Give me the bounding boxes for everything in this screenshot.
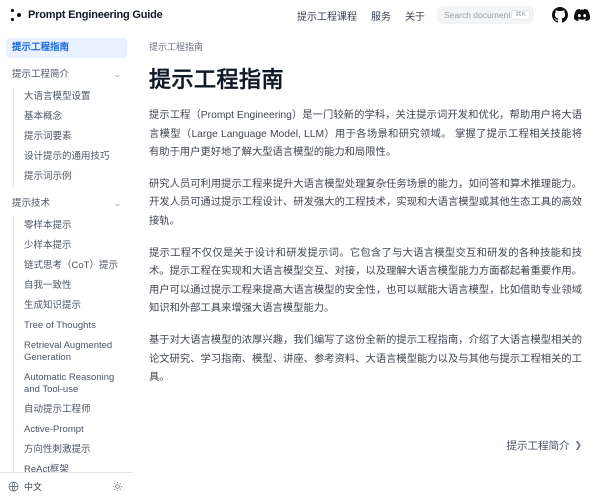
sidebar-item[interactable]: 提示工程简介 ⌄: [6, 65, 127, 85]
sidebar-item-label: 少样本提示: [24, 240, 72, 252]
sidebar-item-label: 链式思考（CoT）提示: [24, 260, 118, 272]
header: Prompt Engineering Guide 提示工程课程服务关于 Sear…: [0, 0, 600, 30]
sidebar-item-label: Tree of Thoughts: [24, 320, 96, 332]
sidebar-item-label: 提示技术: [12, 198, 50, 210]
discord-icon[interactable]: [573, 7, 590, 24]
sidebar-item[interactable]: 自我一致性: [18, 276, 127, 296]
chevron-down-icon: ⌄: [113, 199, 122, 209]
sidebar-item-label: 提示工程指南: [12, 42, 69, 54]
sidebar-item[interactable]: Automatic Reasoning and Tool-use: [18, 368, 127, 400]
sun-icon: [112, 481, 123, 492]
github-icon[interactable]: [551, 7, 568, 24]
main-content: 提示工程指南 提示工程指南 提示工程（Prompt Engineering）是一…: [133, 30, 600, 500]
sidebar-item-label: 提示词要素: [24, 131, 72, 143]
sidebar-item-label: 方向性刺激提示: [24, 444, 91, 456]
sidebar-item[interactable]: 生成知识提示: [18, 296, 127, 316]
search-input[interactable]: Search documentation... ⌘K: [437, 6, 534, 24]
sidebar-item[interactable]: 基本概念: [18, 107, 127, 127]
sidebar-item[interactable]: 设计提示的通用技巧: [18, 147, 127, 167]
sidebar-item-label: Active-Prompt: [24, 424, 84, 436]
body-paragraph-2: 研究人员可利用提示工程来提升大语言模型处理复杂任务场景的能力，如问答和算术推理能…: [149, 176, 582, 232]
sidebar-item-label: 提示工程简介: [12, 69, 69, 81]
body-paragraph-3: 提示工程不仅仅是关于设计和研发提示词。它包含了与大语言模型交互和研发的各种技能和…: [149, 245, 582, 319]
sidebar-item-label: Automatic Reasoning and Tool-use: [24, 372, 121, 396]
pager: 提示工程简介 ❯: [149, 438, 582, 453]
sidebar-item-label: Retrieval Augmented Generation: [24, 340, 121, 364]
sidebar-item[interactable]: 少样本提示: [18, 236, 127, 256]
sidebar-item[interactable]: Retrieval Augmented Generation: [18, 336, 127, 368]
sidebar-item-label: 自动提示工程师: [24, 404, 91, 416]
next-page-link[interactable]: 提示工程简介 ❯: [506, 438, 582, 453]
sidebar-item-label: 提示词示例: [24, 171, 72, 183]
sidebar-item-label: 设计提示的通用技巧: [24, 151, 110, 163]
language-label: 中文: [24, 480, 42, 493]
sidebar-item[interactable]: 提示技术 ⌄: [6, 194, 127, 214]
sidebar-footer: 中文: [0, 472, 133, 500]
theme-toggle[interactable]: [112, 481, 123, 492]
logo-text: Prompt Engineering Guide: [28, 9, 163, 21]
page-title: 提示工程指南: [149, 62, 582, 94]
sidebar-item[interactable]: Active-Prompt: [18, 420, 127, 440]
logo[interactable]: Prompt Engineering Guide: [10, 8, 163, 22]
sidebar-item[interactable]: 方向性刺激提示: [18, 440, 127, 460]
sidebar-item-label: 大语言模型设置: [24, 91, 91, 103]
search-shortcut-badge: ⌘K: [511, 10, 530, 21]
sidebar-item[interactable]: 大语言模型设置: [18, 87, 127, 107]
language-selector[interactable]: 中文: [8, 480, 42, 493]
sidebar-item[interactable]: 链式思考（CoT）提示: [18, 256, 127, 276]
search-placeholder: Search documentation...: [444, 10, 511, 20]
sidebar-item-label: 零样本提示: [24, 220, 72, 232]
sidebar-item[interactable]: 提示词要素: [18, 127, 127, 147]
logo-icon: [10, 8, 22, 22]
sidebar-item-label: 自我一致性: [24, 280, 72, 292]
sidebar-item[interactable]: 提示工程指南: [6, 38, 127, 58]
sidebar-item[interactable]: Tree of Thoughts: [18, 316, 127, 336]
sidebar-item[interactable]: 自动提示工程师: [18, 400, 127, 420]
nav-link-0[interactable]: 提示工程课程: [297, 8, 357, 23]
nav-link-1[interactable]: 服务: [371, 8, 391, 23]
sidebar-item-label: 基本概念: [24, 111, 62, 123]
chevron-right-icon: ❯: [574, 440, 582, 451]
sidebar-item[interactable]: 零样本提示: [18, 216, 127, 236]
sidebar-item-label: 生成知识提示: [24, 300, 81, 312]
globe-icon: [8, 481, 19, 492]
top-nav: 提示工程课程服务关于: [297, 8, 425, 23]
page-body: 提示工程指南提示工程简介⌄大语言模型设置基本概念提示词要素设计提示的通用技巧提示…: [0, 30, 600, 500]
nav-link-2[interactable]: 关于: [405, 8, 425, 23]
breadcrumb: 提示工程指南: [149, 40, 582, 53]
chevron-down-icon: ⌄: [113, 70, 122, 80]
sidebar-item[interactable]: 提示词示例: [18, 167, 127, 187]
body-paragraph-4: 基于对大语言模型的浓厚兴趣，我们编写了这份全新的提示工程指南，介绍了大语言模型相…: [149, 332, 582, 388]
next-page-label: 提示工程简介: [506, 438, 569, 453]
sidebar: 提示工程指南提示工程简介⌄大语言模型设置基本概念提示词要素设计提示的通用技巧提示…: [0, 30, 133, 500]
body-paragraph-1: 提示工程（Prompt Engineering）是一门较新的学科，关注提示词开发…: [149, 107, 582, 163]
